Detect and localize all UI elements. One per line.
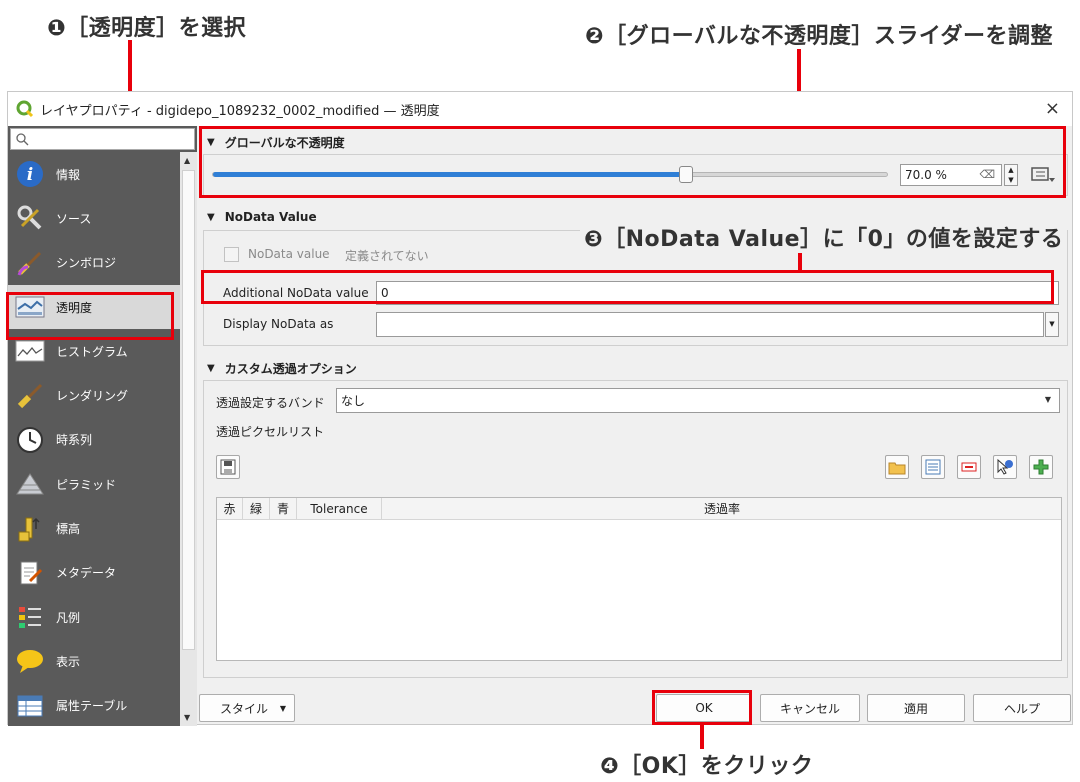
sidebar-item-info[interactable]: i 情報 xyxy=(8,152,180,196)
nodata-title: NoData Value xyxy=(224,210,317,224)
table-header: 赤 緑 青 Tolerance 透過率 xyxy=(217,498,1061,520)
band-value: なし xyxy=(341,394,366,408)
style-button-label: スタイル xyxy=(220,701,269,716)
annotation-step2: ❷［グローバルな不透明度］スライダーを調整 xyxy=(585,24,1054,49)
qgis-logo-icon xyxy=(16,100,34,118)
scroll-up-icon[interactable]: ▲ xyxy=(184,156,190,165)
custom-transparency-header[interactable]: ▼ カスタム透過オプション xyxy=(207,360,357,377)
scroll-down-icon[interactable]: ▼ xyxy=(184,713,190,722)
close-icon[interactable]: × xyxy=(1045,98,1060,119)
pyramid-icon xyxy=(14,469,46,499)
column-green[interactable]: 緑 xyxy=(243,498,270,520)
speech-bubble-icon xyxy=(14,646,46,676)
metadata-icon xyxy=(14,558,46,588)
collapse-icon: ▼ xyxy=(207,211,215,223)
column-red[interactable]: 赤 xyxy=(217,498,243,520)
pixel-list-label: 透過ピクセルリスト xyxy=(216,425,325,439)
band-label: 透過設定するバンド xyxy=(216,396,325,410)
default-values-icon[interactable] xyxy=(921,455,945,479)
sidebar-item-label: 情報 xyxy=(56,167,81,182)
apply-button[interactable]: 適用 xyxy=(867,694,965,722)
add-value-icon[interactable] xyxy=(1029,455,1053,479)
nodata-checkbox[interactable] xyxy=(224,247,239,262)
column-transparency[interactable]: 透過率 xyxy=(382,498,1062,520)
sidebar: i 情報 ソース シンボロジ 透明度 ヒストグラム レンダリング 時系列 ピラミ… xyxy=(8,126,197,726)
info-icon: i xyxy=(14,159,46,189)
nodata-header[interactable]: ▼ NoData Value xyxy=(207,210,317,224)
sidebar-item-temporal[interactable]: 時系列 xyxy=(8,418,180,462)
sidebar-item-legend[interactable]: 凡例 xyxy=(8,595,180,639)
chevron-down-icon: ▼ xyxy=(1044,395,1051,404)
window-title: レイヤプロパティ - digidepo_1089232_0002_modifie… xyxy=(40,103,440,119)
legend-icon xyxy=(14,602,46,632)
highlight-ok-button xyxy=(652,690,752,725)
svg-text:i: i xyxy=(27,165,33,185)
annotation-step3: ❸［NoData Value］に「0」の値を設定する xyxy=(580,221,1068,253)
sidebar-item-label: ピラミッド xyxy=(56,477,117,492)
sidebar-item-label: 凡例 xyxy=(56,610,81,625)
sidebar-item-symbology[interactable]: シンボロジ xyxy=(8,241,180,285)
sidebar-scrollbar[interactable]: ▲ ▼ xyxy=(180,152,197,726)
annotation-step4-line xyxy=(700,725,704,749)
custom-transparency-panel: 透過設定するバンド なし ▼ 透過ピクセルリスト 赤 緑 青 Tolerance… xyxy=(203,380,1068,678)
paintbrush-icon xyxy=(14,381,46,411)
sidebar-item-metadata[interactable]: メタデータ xyxy=(8,551,180,595)
elevation-icon xyxy=(14,514,46,544)
source-tools-icon xyxy=(14,203,46,233)
open-folder-icon[interactable] xyxy=(885,455,909,479)
highlight-transparency-item xyxy=(6,292,174,340)
band-select[interactable]: なし ▼ xyxy=(336,388,1060,413)
title-bar: レイヤプロパティ - digidepo_1089232_0002_modifie… xyxy=(8,92,1072,126)
table-icon xyxy=(14,691,46,721)
sidebar-item-label: メタデータ xyxy=(56,566,117,581)
sidebar-item-label: 属性テーブル xyxy=(56,699,128,714)
style-button[interactable]: スタイル ▼ xyxy=(199,694,295,722)
sidebar-item-label: ソース xyxy=(56,211,92,226)
annotation-step4: ❹［OK］をクリック xyxy=(600,754,814,779)
sidebar-item-attribute-table[interactable]: 属性テーブル xyxy=(8,684,180,726)
brush-icon xyxy=(14,248,46,278)
sidebar-item-label: レンダリング xyxy=(56,389,129,404)
display-nodata-label: Display NoData as xyxy=(223,317,334,331)
sidebar-item-source[interactable]: ソース xyxy=(8,196,180,240)
annotation-step3-line xyxy=(798,251,802,270)
display-nodata-select[interactable] xyxy=(376,312,1044,337)
custom-transparency-title: カスタム透過オプション xyxy=(224,362,357,376)
column-tolerance[interactable]: Tolerance xyxy=(297,498,382,520)
sidebar-list: i 情報 ソース シンボロジ 透明度 ヒストグラム レンダリング 時系列 ピラミ… xyxy=(8,152,180,726)
search-icon xyxy=(16,133,29,146)
sidebar-item-label: 標高 xyxy=(56,522,81,537)
help-button[interactable]: ヘルプ xyxy=(973,694,1071,722)
histogram-icon xyxy=(14,336,46,366)
save-icon[interactable] xyxy=(216,455,240,479)
sidebar-item-label: シンボロジ xyxy=(56,256,117,271)
pick-from-map-icon[interactable] xyxy=(993,455,1017,479)
sidebar-item-label: ヒストグラム xyxy=(56,344,128,359)
sidebar-item-label: 表示 xyxy=(56,654,81,669)
sidebar-item-pyramids[interactable]: ピラミッド xyxy=(8,462,180,506)
sidebar-item-label: 時系列 xyxy=(56,433,93,448)
column-blue[interactable]: 青 xyxy=(270,498,297,520)
remove-value-icon[interactable] xyxy=(957,455,981,479)
chevron-down-icon: ▼ xyxy=(279,703,286,713)
highlight-global-opacity xyxy=(199,126,1066,198)
cancel-button[interactable]: キャンセル xyxy=(760,694,860,722)
nodata-checkbox-label: NoData value xyxy=(248,247,330,261)
pixel-list-table[interactable]: 赤 緑 青 Tolerance 透過率 xyxy=(216,497,1062,661)
scrollbar-thumb[interactable] xyxy=(182,170,195,650)
sidebar-item-display[interactable]: 表示 xyxy=(8,639,180,683)
annotation-step1: ❶［透明度］を選択 xyxy=(47,16,247,41)
collapse-icon: ▼ xyxy=(207,363,215,374)
transparency-page: ▼ グローバルな不透明度 70.0 % ⌫ ▲ ▼ ▼ NoData Value … xyxy=(199,126,1072,686)
chevron-down-icon[interactable]: ▼ xyxy=(1045,312,1059,337)
sidebar-item-elevation[interactable]: 標高 xyxy=(8,506,180,550)
sidebar-item-rendering[interactable]: レンダリング xyxy=(8,373,180,417)
highlight-additional-nodata xyxy=(201,270,1054,304)
search-input[interactable] xyxy=(10,128,195,150)
clock-icon xyxy=(14,425,46,455)
nodata-checkbox-value: 定義されてない xyxy=(345,249,429,263)
